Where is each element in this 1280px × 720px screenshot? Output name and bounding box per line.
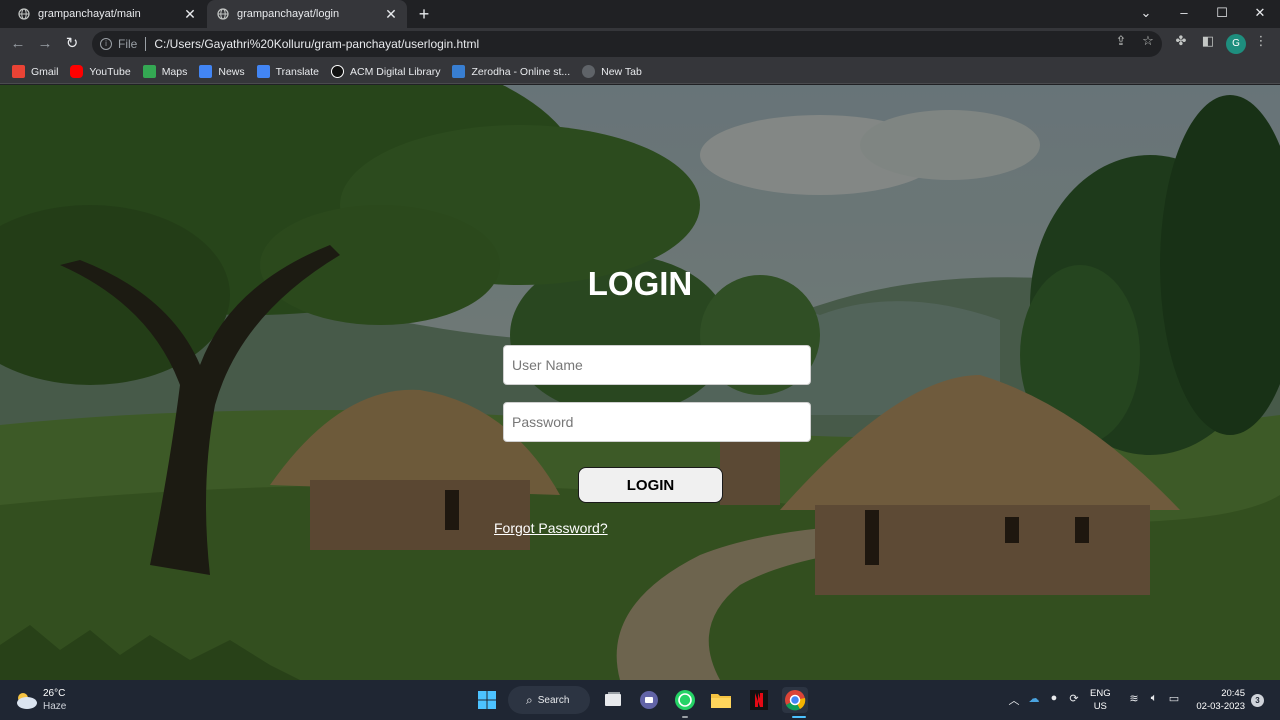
new-tab-button[interactable]: + — [414, 4, 434, 24]
reload-button[interactable]: ↻ — [62, 34, 82, 54]
back-button[interactable]: ← — [8, 34, 28, 54]
maximize-button[interactable]: ☐ — [1203, 0, 1241, 28]
bookmark-new-tab[interactable]: New Tab — [582, 65, 642, 78]
tab-title: grampanchayat/main — [38, 8, 141, 20]
wifi-icon[interactable]: ≋ — [1126, 692, 1142, 705]
globe-icon — [18, 8, 30, 20]
task-view-icon[interactable] — [600, 687, 626, 713]
address-bar[interactable]: i File C:/Users/Gayathri%20Kolluru/gram-… — [92, 31, 1162, 57]
side-panel-icon[interactable]: ◧ — [1199, 32, 1217, 50]
url-text[interactable]: C:/Users/Gayathri%20Kolluru/gram-panchay… — [154, 37, 479, 51]
volume-icon[interactable]: 🔈︎ — [1146, 692, 1162, 705]
tab-main[interactable]: grampanchayat/main ✕ — [8, 0, 206, 28]
running-indicator — [682, 716, 688, 718]
tab-login[interactable]: grampanchayat/login ✕ — [207, 0, 407, 28]
whatsapp-icon[interactable] — [672, 687, 698, 713]
close-window-button[interactable]: ✕ — [1241, 0, 1279, 28]
share-icon[interactable]: ⇪ — [1112, 32, 1130, 50]
login-button[interactable]: LOGIN — [578, 467, 723, 503]
bookmark-star-icon[interactable]: ☆ — [1139, 32, 1157, 50]
teams-chat-icon[interactable] — [636, 687, 662, 713]
extensions-icon[interactable]: ✤ — [1172, 32, 1190, 50]
netflix-icon[interactable] — [746, 687, 772, 713]
profile-avatar[interactable]: G — [1226, 34, 1246, 54]
weather-condition: Haze — [43, 701, 67, 712]
acm-icon — [331, 65, 345, 78]
info-icon[interactable]: i — [100, 38, 112, 50]
minimize-button[interactable]: – — [1165, 0, 1203, 28]
tab-strip: grampanchayat/main ✕ grampanchayat/login… — [0, 0, 1280, 28]
onedrive-icon[interactable]: ☁ — [1026, 692, 1042, 705]
search-icon: ⌕ — [526, 692, 533, 707]
globe-icon — [582, 65, 596, 78]
language-indicator[interactable]: ENG US — [1090, 687, 1111, 713]
login-heading: LOGIN — [587, 265, 693, 302]
divider — [145, 37, 147, 51]
gmail-icon — [12, 65, 25, 78]
weather-widget[interactable]: 26°C Haze — [14, 688, 84, 714]
chevron-up-icon[interactable]: ︿ — [1006, 692, 1022, 708]
close-tab-icon[interactable]: ✕ — [182, 6, 198, 22]
temperature: 26°C — [43, 688, 66, 699]
menu-icon[interactable]: ⋮ — [1252, 32, 1270, 50]
taskbar: 26°C Haze ⌕ Search ︿ ☁ ● ⟳ ENG US ≋ 🔈︎ ▭… — [0, 680, 1280, 720]
username-input[interactable] — [503, 345, 811, 385]
bookmark-gmail[interactable]: Gmail — [12, 65, 58, 78]
bookmark-youtube[interactable]: YouTube — [70, 65, 131, 78]
bookmarks-bar: Gmail YouTube Maps News Translate ACM Di… — [0, 60, 1280, 84]
bookmark-translate[interactable]: Translate — [256, 65, 319, 78]
start-button[interactable] — [474, 687, 500, 713]
forward-button[interactable]: → — [35, 34, 55, 54]
maps-icon — [142, 65, 156, 78]
forgot-password-link[interactable]: Forgot Password? — [494, 520, 608, 536]
battery-icon[interactable]: ▭ — [1166, 692, 1182, 705]
tab-title: grampanchayat/login — [237, 8, 340, 20]
youtube-icon — [70, 65, 84, 78]
url-scheme: File — [118, 37, 138, 51]
zerodha-icon — [452, 65, 466, 78]
file-explorer-icon[interactable] — [708, 687, 734, 713]
globe-icon — [217, 8, 229, 20]
browser-toolbar: ← → ↻ i File C:/Users/Gayathri%20Kolluru… — [0, 28, 1280, 60]
app-tray-icon[interactable]: ● — [1046, 692, 1062, 704]
weather-cloud-icon — [17, 693, 37, 709]
chrome-icon[interactable] — [782, 687, 808, 713]
password-input[interactable] — [503, 402, 811, 442]
sync-icon[interactable]: ⟳ — [1066, 692, 1082, 705]
windows-icon — [478, 691, 496, 709]
notification-badge[interactable]: 3 — [1251, 694, 1264, 707]
close-tab-icon[interactable]: ✕ — [383, 6, 399, 22]
page-content: LOGIN LOGIN Forgot Password? — [0, 85, 1280, 680]
taskbar-search[interactable]: ⌕ Search — [508, 686, 590, 714]
active-indicator — [792, 716, 806, 718]
translate-icon — [256, 65, 270, 78]
clock[interactable]: 20:45 02-03-2023 — [1190, 687, 1245, 713]
bookmark-acm[interactable]: ACM Digital Library — [331, 65, 440, 78]
bookmark-zerodha[interactable]: Zerodha - Online st... — [452, 65, 570, 78]
tab-search-icon[interactable]: ⌄ — [1127, 0, 1165, 28]
bookmark-news[interactable]: News — [199, 65, 245, 78]
news-icon — [199, 65, 213, 78]
bookmark-maps[interactable]: Maps — [142, 65, 187, 78]
